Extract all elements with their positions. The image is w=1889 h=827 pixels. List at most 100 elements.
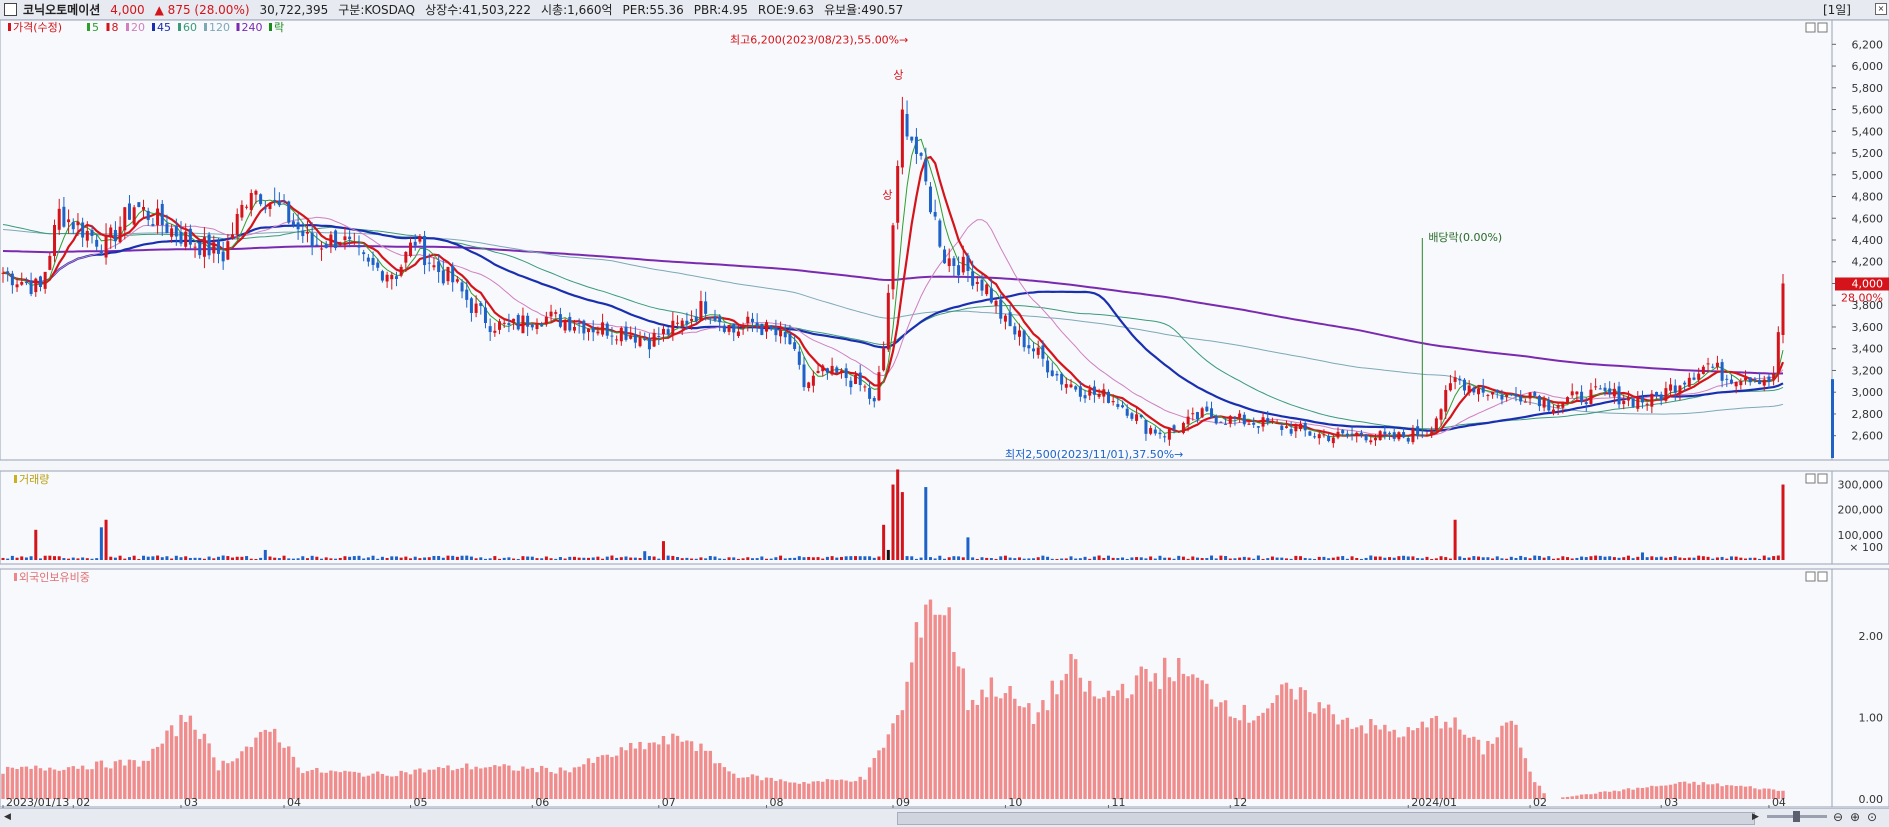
foreign-ratio-bar (624, 750, 628, 799)
foreign-ratio-bar (460, 767, 464, 799)
foreign-ratio-bar (296, 767, 300, 799)
volume-bar (277, 558, 281, 560)
volume-bar (423, 557, 427, 560)
candle-body (1350, 433, 1354, 435)
candle-body (1729, 379, 1733, 384)
zoom-slider-knob[interactable] (1793, 811, 1800, 822)
candle-body (1303, 422, 1307, 431)
zoom-out-icon[interactable]: ⊖ (1833, 810, 1843, 824)
foreign-ratio-bar (1692, 781, 1696, 799)
foreign-ratio-bar (1757, 789, 1762, 799)
period-selector[interactable]: [1일] (1823, 1, 1851, 18)
volume-bar (371, 555, 375, 560)
volume-bar (1116, 558, 1120, 560)
volume-bar (1720, 556, 1724, 560)
stock-name[interactable]: 코닉오토메이션 (23, 1, 100, 18)
volume-bar (587, 557, 591, 560)
volume-bar (1603, 556, 1607, 560)
candle-body (961, 256, 965, 273)
legend-ma120: 120 (209, 21, 230, 34)
panel-close-icon[interactable] (1817, 473, 1828, 484)
volume-bar (1411, 556, 1415, 560)
candle-body (1378, 431, 1382, 440)
volume-bar (305, 558, 309, 560)
foreign-ratio-bar (474, 766, 478, 799)
foreign-ratio-bar (179, 714, 183, 799)
volume-bar (1149, 556, 1153, 560)
foreign-ratio-bar (123, 765, 127, 799)
candle-body (774, 327, 778, 336)
candle-body (615, 339, 619, 341)
panel-close-icon[interactable] (1817, 571, 1828, 582)
chart-scrollbar[interactable]: ◀ ▶ ⊖ ⊕ ⊙ (0, 808, 1889, 827)
candle-body (1673, 385, 1677, 393)
foreign-ratio-bar (563, 770, 567, 799)
candle-body (1022, 330, 1026, 348)
volume-bar (1491, 558, 1495, 560)
volume-bar (736, 558, 740, 560)
close-icon[interactable]: × (1875, 3, 1887, 15)
candle-body (1228, 416, 1232, 424)
foreign-ratio-bar (1518, 747, 1523, 799)
volume-bar (273, 557, 277, 560)
candle-body (914, 136, 918, 154)
candle-body (268, 203, 272, 209)
foreign-ratio-bar (1045, 710, 1050, 799)
foreign-ratio-bar (446, 765, 450, 799)
zoom-reset-icon[interactable]: ⊙ (1867, 810, 1877, 824)
candle-body (132, 207, 136, 225)
candle-body (549, 311, 553, 317)
candle-body (699, 301, 703, 321)
scroll-left-icon[interactable]: ◀ (4, 812, 11, 822)
candle-body (1003, 315, 1007, 322)
volume-bar (661, 541, 665, 560)
volume-bar (1762, 555, 1766, 560)
panel-close-icon[interactable] (1817, 22, 1828, 33)
foreign-ratio-bar (933, 614, 937, 799)
candle-body (1491, 391, 1495, 395)
foreign-ratio-bar (118, 759, 122, 799)
candle-body (568, 316, 572, 331)
panel-minimize-icon[interactable] (1805, 22, 1816, 33)
foreign-ratio-bar (1031, 724, 1036, 799)
volume-bar (1715, 557, 1719, 560)
candle-body (605, 323, 609, 336)
volume-bar (1252, 558, 1256, 560)
checkbox-icon[interactable] (4, 3, 17, 16)
stock-chart[interactable]: 6,200 6,000 5,800 5,600 5,400 5,200 5,000 4,800… (0, 20, 1889, 808)
candle-body (554, 312, 558, 314)
candle-body (1252, 422, 1256, 425)
candle-body (404, 252, 408, 263)
panel-minimize-icon[interactable] (1805, 473, 1816, 484)
panel-minimize-icon[interactable] (1805, 571, 1816, 582)
volume-bar (975, 558, 979, 560)
candle-body (1495, 389, 1499, 393)
candle-body (1121, 405, 1125, 408)
scroll-right-icon[interactable]: ▶ (1752, 812, 1759, 822)
volume-bar (1373, 556, 1377, 560)
volume-bar (85, 558, 89, 560)
foreign-ratio-bar (1022, 707, 1026, 799)
scroll-thumb[interactable] (897, 812, 1755, 825)
candle-body (282, 200, 286, 202)
x-tick-label: 07 (662, 796, 676, 808)
candle-body (502, 322, 506, 324)
candle-body (85, 230, 89, 241)
volume-bar (516, 558, 520, 560)
volume-bar (989, 558, 993, 560)
volume-bar (1462, 557, 1466, 560)
foreign-ratio-bar (1425, 727, 1429, 799)
volume-bar (966, 537, 970, 560)
volume-legend: 거래량 (19, 473, 49, 486)
volume-bar (1350, 556, 1354, 560)
volume-bar (568, 556, 572, 560)
ex-dividend-label: 배당락(0.00%) (1428, 231, 1502, 244)
volume-bar (451, 555, 455, 560)
candle-body (1041, 345, 1045, 359)
foreign-ratio-bar (85, 769, 90, 799)
candle-body (835, 367, 839, 373)
candle-body (952, 258, 956, 266)
zoom-in-icon[interactable]: ⊕ (1850, 810, 1860, 824)
volume-bar (71, 557, 75, 560)
volume-bar (647, 556, 651, 560)
